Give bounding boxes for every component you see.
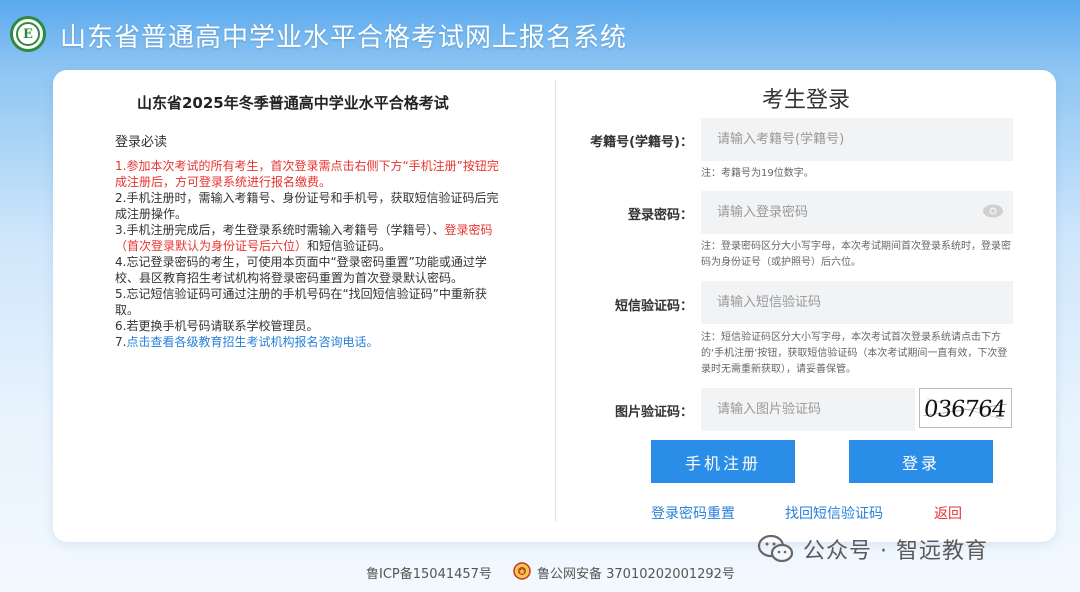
police-badge-icon	[513, 562, 531, 580]
exam-id-label: 考籍号(学籍号)：	[590, 135, 693, 150]
password-input[interactable]	[701, 191, 1013, 234]
notice-list: 1.参加本次考试的所有考生，首次登录需点击右侧下方“手机注册”按钮完成注册后，方…	[115, 158, 507, 350]
password-note: 注：登录密码区分大小写字母，本次考试期间首次登录系统时，登录密码为身份证号（或护…	[701, 241, 1011, 268]
consult-phone-link[interactable]: 点击查看各级教育招生考试机构报名咨询电话。	[126, 335, 378, 349]
sms-code-note: 注：短信验证码区分大小写字母，本次考试首次登录系统请点击下方的‘手机注册’按钮，…	[701, 332, 1008, 375]
police-record-link[interactable]: 鲁公网安备 37010202001292号	[537, 563, 735, 582]
page-header: E 山东省普通高中学业水平合格考试网上报名系统	[0, 0, 1080, 70]
exam-id-note: 注：考籍号为19位数字。	[701, 168, 814, 179]
page-footer: 鲁ICP备15041457号 鲁公网安备 37010202001292号	[0, 560, 1080, 586]
notice-item-3-text: 3.手机注册完成后，考生登录系统时需输入考籍号（学籍号）、	[115, 223, 445, 237]
back-link[interactable]: 返回	[934, 503, 962, 523]
recover-sms-link[interactable]: 找回短信验证码	[785, 503, 883, 523]
main-card: 山东省2025年冬季普通高中学业水平合格考试 登录必读 1.参加本次考试的所有考…	[53, 70, 1056, 542]
notice-item-1: 1.参加本次考试的所有考生，首次登录需点击右侧下方“手机注册”按钮完成注册后，方…	[115, 159, 499, 189]
notice-item-5: 5.忘记短信验证码可通过注册的手机号码在“找回短信验证码”中重新获取。	[115, 287, 487, 317]
login-title: 考生登录	[762, 88, 851, 113]
sms-code-input[interactable]	[701, 281, 1013, 324]
notice-heading: 登录必读	[115, 135, 168, 150]
captcha-image[interactable]: 036764	[919, 388, 1012, 428]
exam-title: 山东省2025年冬季普通高中学业水平合格考试	[137, 94, 449, 112]
notice-item-3-tail: 和短信验证码。	[307, 239, 392, 253]
notice-item-7: 7.点击查看各级教育招生考试机构报名咨询电话。	[115, 334, 507, 350]
eye-icon[interactable]	[982, 203, 1004, 219]
site-title: 山东省普通高中学业水平合格考试网上报名系统	[60, 23, 628, 53]
register-button[interactable]: 手机注册	[651, 440, 795, 483]
notice-item-4: 4.忘记登录密码的考生，可使用本页面中“登录密码重置”功能或通过学校、县区教育招…	[115, 255, 487, 285]
captcha-input[interactable]	[701, 388, 915, 431]
notice-item-2: 2.手机注册时，需输入考籍号、身份证号和手机号，获取短信验证码后完成注册操作。	[115, 191, 499, 221]
notice-item-7-number: 7.	[115, 335, 127, 349]
notice-item-3: 3.手机注册完成后，考生登录系统时需输入考籍号（学籍号）、登录密码（首次登录默认…	[115, 222, 507, 254]
sms-code-label: 短信验证码：	[614, 299, 693, 314]
exam-id-input[interactable]	[701, 118, 1013, 161]
login-button[interactable]: 登录	[849, 440, 993, 483]
password-label: 登录密码：	[627, 208, 693, 223]
captcha-label: 图片验证码：	[614, 405, 693, 420]
icp-link[interactable]: 鲁ICP备15041457号	[366, 563, 492, 582]
captcha-text: 036764	[923, 397, 1007, 423]
site-logo: E	[10, 16, 46, 52]
logo-emblem: E	[16, 22, 40, 46]
notice-item-6: 6.若更换手机号码请联系学校管理员。	[115, 319, 319, 333]
reset-password-link[interactable]: 登录密码重置	[651, 503, 735, 523]
